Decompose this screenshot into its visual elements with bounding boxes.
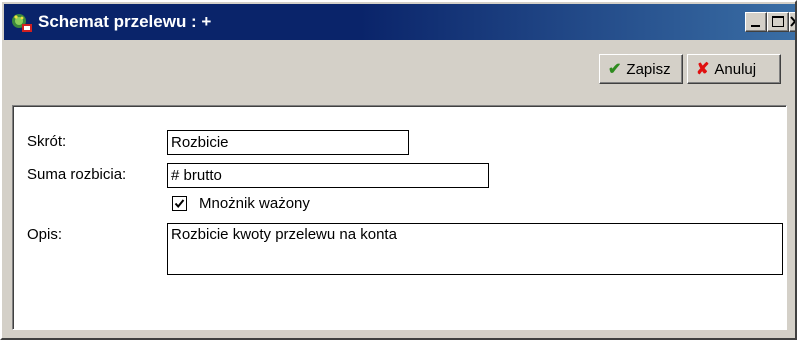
- mnoznik-wazony-label[interactable]: Mnożnik ważony: [199, 195, 310, 212]
- save-button[interactable]: ✔ Zapisz: [599, 54, 683, 84]
- cross-icon: ✘: [696, 61, 710, 78]
- dialog-window: Schemat przelewu : + ✔ Zapisz ✘ Anuluj S…: [0, 0, 797, 340]
- opis-textarea[interactable]: Rozbicie kwoty przelewu na konta: [167, 223, 783, 275]
- maximize-icon: [772, 16, 784, 27]
- window-title: Schemat przelewu : +: [38, 12, 212, 31]
- suma-rozbicia-label: Suma rozbicia:: [27, 166, 127, 183]
- suma-rozbicia-input[interactable]: [167, 163, 489, 188]
- save-button-label: Zapisz: [626, 60, 671, 78]
- title-bar[interactable]: Schemat przelewu : +: [4, 4, 795, 40]
- skrot-label: Skrót:: [27, 133, 67, 150]
- cancel-button-label: Anuluj: [714, 60, 757, 78]
- cancel-button[interactable]: ✘ Anuluj: [687, 54, 781, 84]
- close-icon: [790, 16, 795, 27]
- app-icon: [10, 12, 34, 34]
- mnoznik-wazony-checkbox[interactable]: [172, 196, 187, 211]
- form-panel: Skrót: Suma rozbicia: Mnożnik ważony Opi…: [12, 105, 787, 330]
- skrot-input[interactable]: [167, 130, 409, 155]
- maximize-button[interactable]: [767, 12, 789, 32]
- checkmark-icon: ✔: [608, 61, 622, 78]
- minimize-button[interactable]: [745, 12, 767, 32]
- minimize-icon: [751, 25, 760, 27]
- opis-label: Opis:: [27, 226, 63, 243]
- close-button[interactable]: [789, 12, 795, 32]
- checkmark-icon: [174, 199, 185, 209]
